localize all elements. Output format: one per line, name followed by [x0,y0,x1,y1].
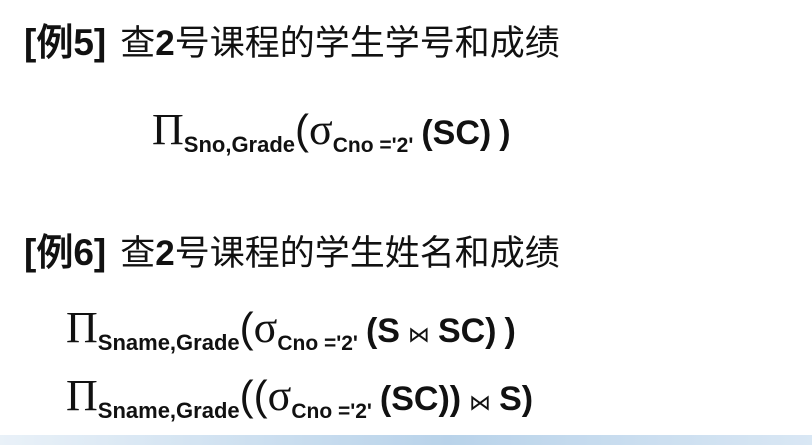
open-paren: (( [239,372,268,419]
natural-join-symbol: ⋈ [469,391,492,416]
natural-join-symbol: ⋈ [407,323,430,348]
projection-attributes: Sname,Grade [97,330,240,355]
projection-attributes: Sno,Grade [183,132,296,157]
relation-operand-sc: (SC)) [379,380,462,418]
example6-formula-1: ΠSname,Grade(σCno ='2' (S ⋈ SC)) [66,303,516,355]
example6-formula-2: ΠSname,Grade((σCno ='2' (SC)) ⋈ S) [66,371,534,423]
example6-title: 查2号课程的学生姓名和成绩 [120,234,560,274]
example6-title-num: 2 [155,234,175,273]
example5-tag: [例5] [24,22,107,63]
example5-title-num: 2 [155,24,175,63]
open-paren: ( [239,304,254,351]
example5-title: 查2号课程的学生学号和成绩 [120,24,560,64]
slide-footer-bar [0,435,812,445]
close-paren: ) [499,114,511,152]
relation-operand: (SC) [421,114,492,152]
projection-symbol: Π [152,105,184,154]
selection-symbol: σ [267,371,292,420]
example5-title-pre: 查 [120,24,156,64]
example5-title-post: 号课程的学生学号和成绩 [174,24,560,64]
relation-operand-sc: SC) [437,312,497,350]
example6-title-post: 号课程的学生姓名和成绩 [174,234,560,274]
example6-title-pre: 查 [120,234,156,274]
projection-symbol: Π [66,371,98,420]
example6-tag: [例6] [24,232,107,273]
selection-condition: Cno ='2' [291,400,372,423]
example5-formula: ΠSno,Grade(σCno ='2' (SC)) [152,105,511,157]
projection-attributes: Sname,Grade [97,398,240,423]
example5-heading: [例5] 查2号课程的学生学号和成绩 [24,24,560,62]
close-paren: ) [504,312,516,350]
selection-condition: Cno ='2' [332,134,414,157]
selection-symbol: σ [253,303,278,352]
selection-symbol: σ [309,105,333,154]
open-paren: ( [295,106,310,153]
example6-heading: [例6] 查2号课程的学生姓名和成绩 [24,234,560,272]
relation-operand-s: S) [499,380,534,418]
projection-symbol: Π [66,303,98,352]
relation-operand-s: (S [365,312,400,350]
selection-condition: Cno ='2' [277,332,358,355]
